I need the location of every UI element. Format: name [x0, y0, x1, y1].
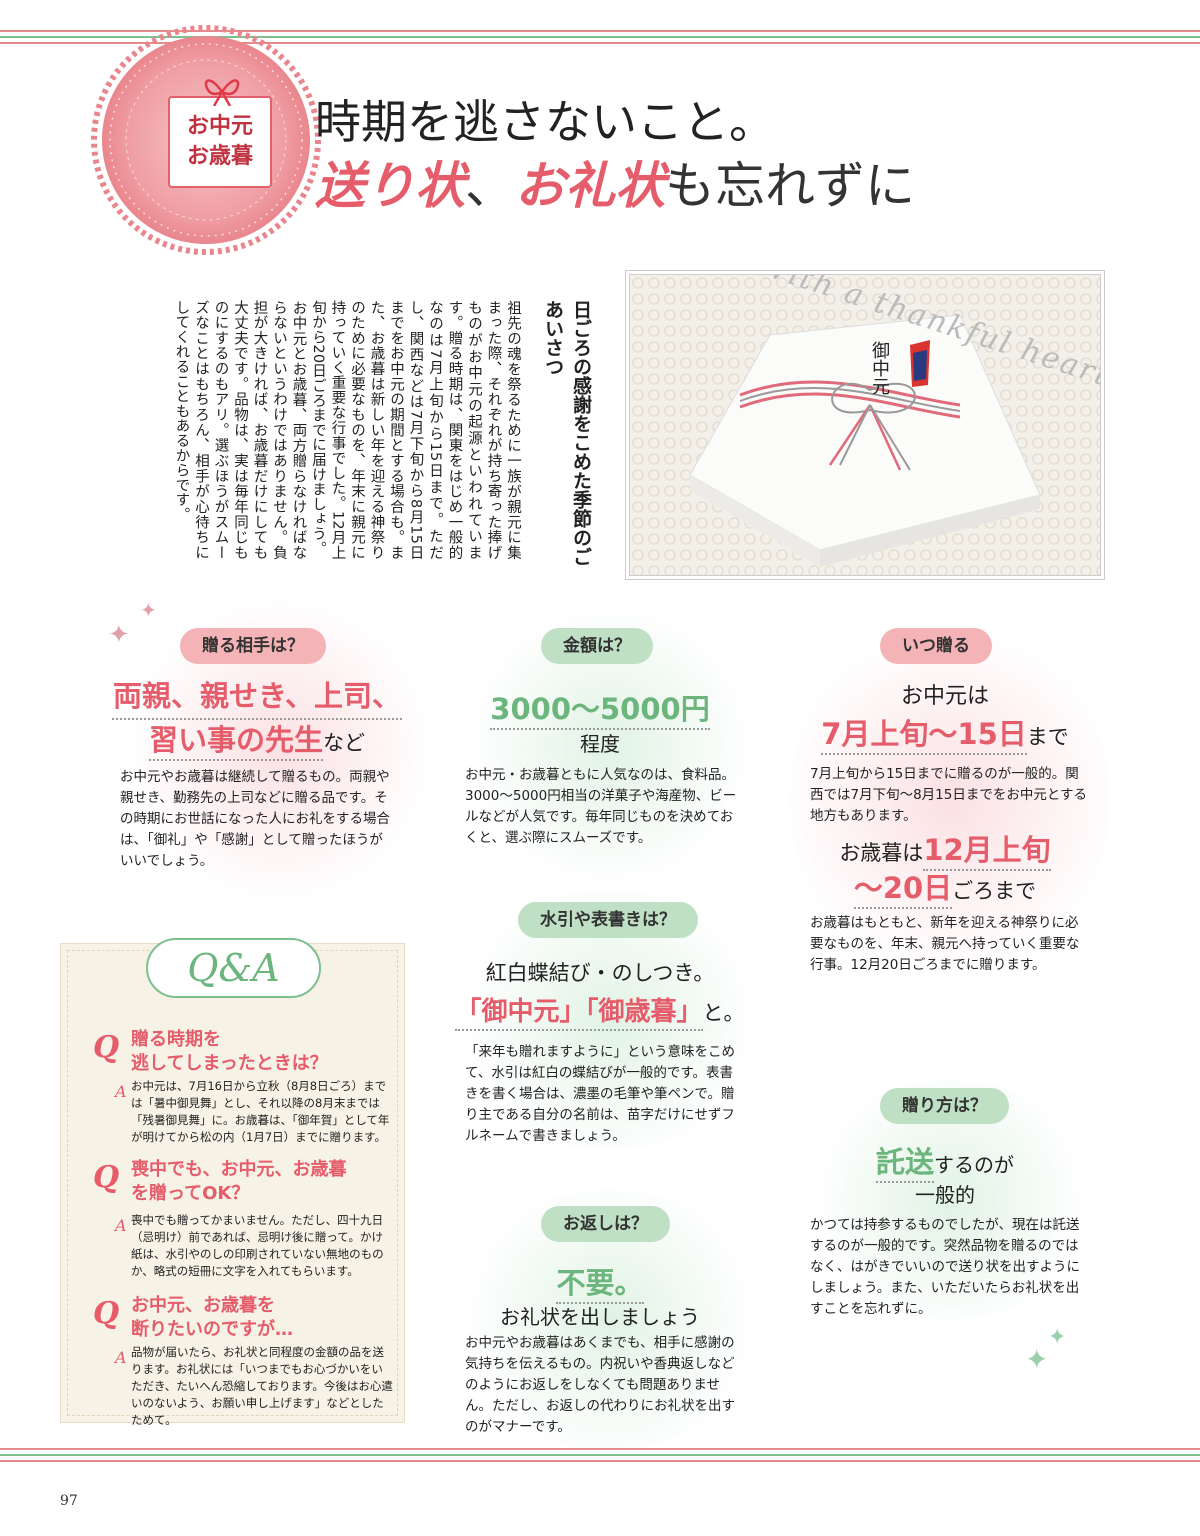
title-highlight-2: お礼状	[515, 156, 665, 215]
a-mark: A	[115, 1082, 127, 1101]
pill-return: お返しは？	[541, 1206, 670, 1242]
tag-line-1: お中元	[186, 114, 253, 139]
bottom-border	[0, 1448, 1200, 1472]
return-line2: お礼状を出しましょう	[500, 1305, 700, 1329]
mizuhiki-big: 「御中元」「御歳暮」	[455, 997, 703, 1031]
return-headline: 不要。	[470, 1264, 730, 1304]
qa-question-2-line-2: を贈ってOK？	[131, 1183, 250, 1204]
qa-question-1-line-1: 贈る時期を	[131, 1029, 221, 1050]
when-seibo-body: お歳暮はもともと、新年を迎える神祭りに必要なものを、年末、親元へ持っていく重要な…	[810, 915, 1080, 973]
when-seibo-big-1: 12月上旬	[923, 833, 1051, 871]
gift-box-image	[630, 275, 1100, 575]
page-title-line-1: 時期を逃さないこと。	[315, 95, 775, 149]
whom-body: お中元やお歳暮は継続して贈るもの。両親や親せき、勤務先の上司などに贈る品です。そ…	[120, 769, 390, 869]
whom-headline: 両親、親せき、上司、 習い事の先生など	[112, 676, 402, 763]
pill-how: 贈り方は？	[880, 1088, 1009, 1124]
when-seibo-big-2: ～20日	[853, 871, 953, 909]
title-tail: も忘れずに	[665, 157, 915, 215]
mizuhiki-headline: 「御中元」「御歳暮」と。	[445, 994, 755, 1031]
qa-question-3-line-2: 断りたいのですが…	[131, 1319, 293, 1340]
category-tag: お中元 お歳暮	[168, 79, 272, 188]
when-seibo-suffix: ごろまで	[952, 879, 1037, 903]
qa-answer-3: 品物が届いたら、お礼状と同程度の金額の品を送ります。お礼状には「いつまでもお心づ…	[131, 1345, 393, 1427]
sparkle-icon: ✦	[1048, 1325, 1067, 1350]
amount-headline: 3000～5000円	[470, 690, 730, 730]
how-headline: 託送するのが	[800, 1143, 1090, 1184]
whom-big-line-1: 両親、親せき、上司、	[112, 676, 402, 720]
a-mark: A	[115, 1348, 127, 1367]
pill-when: いつ贈る	[880, 628, 992, 664]
pill-mizuhiki: 水引や表書きは？	[518, 902, 698, 938]
amount-body: お中元・お歳暮ともに人気なのは、食料品。3000～5000円相当の洋菓子や海産物…	[465, 767, 737, 846]
when-chugen-big: 7月上旬～15日	[821, 717, 1027, 755]
when-seibo-headline: お歳暮は12月上旬	[795, 830, 1095, 873]
qa-question-2-line-1: 喪中でも、お中元、お歳暮	[131, 1159, 347, 1180]
sparkle-icon: ✦	[140, 598, 157, 622]
when-seibo-prefix: お歳暮は	[839, 841, 924, 865]
tag-label: お中元 お歳暮	[170, 112, 270, 172]
return-body: お中元やお歳暮はあくまでも、相手に感謝の気持ちを伝えるもの。内祝いや香典返しなど…	[465, 1335, 735, 1435]
how-big: 託送	[875, 1145, 934, 1183]
page-title-line-2: 送り状、お礼状も忘れずに	[315, 146, 915, 218]
q-mark: Q	[93, 1030, 120, 1065]
return-big: 不要。	[556, 1266, 644, 1304]
how-suffix: するのが	[934, 1153, 1014, 1177]
page-number: 97	[60, 1493, 78, 1509]
how-line2: 一般的	[915, 1183, 975, 1207]
gift-photo: 御中元 With a thankful heart	[630, 275, 1100, 575]
qa-title: Q&A	[146, 938, 321, 998]
when-chugen-body: 7月上旬から15日までに贈るのが一般的。関西では7月下旬～8月15日までをお中元…	[810, 766, 1087, 824]
qa-answer-1: お中元は、7月16日から立秋（8月8日ごろ）までは「暑中御見舞」とし、それ以降の…	[131, 1079, 390, 1144]
amount-big: 3000～5000円	[490, 692, 710, 730]
tag-line-2: お歳暮	[186, 144, 253, 169]
noshi-label: 御中元	[869, 341, 890, 395]
qa-box: Q&A Q 贈る時期を 逃してしまったときは？ A お中元は、7月16日から立秋…	[60, 938, 405, 1427]
qa-answer-2: 喪中でも贈ってかまいません。ただし、四十九日（忌明け）前であれば、忌明け後に贈っ…	[131, 1213, 384, 1278]
intro-body: 祖先の魂を祭るために一族が親元に集まった際、それぞれが持ち寄った捧げものがお中元…	[92, 300, 522, 560]
mizuhiki-line1: 紅白蝶結び・のしつき。	[485, 961, 715, 985]
ribbon-bow-icon	[204, 79, 240, 106]
pill-whom: 贈る相手は？	[180, 628, 326, 664]
qa-question-1: 贈る時期を 逃してしまったときは？	[131, 1028, 391, 1076]
amount-sub: 程度	[580, 732, 620, 756]
qa-question-3: お中元、お歳暮を 断りたいのですが…	[131, 1294, 391, 1342]
sparkle-icon: ✦	[108, 620, 130, 650]
whom-suffix: など	[323, 731, 365, 755]
when-chugen-headline: 7月上旬～15日まで	[795, 714, 1095, 757]
mizuhiki-body: 「来年も贈れますように」という意味をこめて、水引は紅白の蝶結びが一般的です。表書…	[465, 1044, 735, 1144]
when-chugen-prefix: お中元は	[900, 684, 989, 709]
title-separator: 、	[465, 157, 515, 215]
sparkle-icon: ✦	[1025, 1343, 1049, 1376]
qa-question-1-line-2: 逃してしまったときは？	[131, 1053, 328, 1074]
when-seibo-headline-2: ～20日ごろまで	[795, 868, 1095, 911]
intro-paragraph-1: 祖先の魂を祭るために一族が親元に集まった際、それぞれが持ち寄った捧げものがお中元…	[310, 300, 521, 560]
when-chugen-suffix: まで	[1026, 725, 1069, 749]
q-mark: Q	[93, 1160, 120, 1195]
pill-amount: 金額は？	[541, 628, 653, 664]
q-mark: Q	[93, 1296, 120, 1331]
qa-question-2: 喪中でも、お中元、お歳暮 を贈ってOK？	[131, 1158, 396, 1206]
qa-question-3-line-1: お中元、お歳暮を	[131, 1295, 275, 1316]
intro-paragraph-2: お中元とお歳暮、両方贈らなければならないというわけではありません。負担が大きけれ…	[173, 300, 307, 560]
a-mark: A	[115, 1216, 127, 1235]
mizuhiki-suffix: と。	[702, 1001, 745, 1025]
intro-heading: 日ごろの感謝をこめた季節のごあいさつ	[542, 300, 592, 566]
title-highlight-1: 送り状	[315, 156, 465, 215]
whom-big-line-2: 習い事の先生	[148, 723, 323, 761]
how-body: かつては持参するものでしたが、現在は託送するのが一般的です。突然品物を贈るのでは…	[810, 1217, 1080, 1317]
